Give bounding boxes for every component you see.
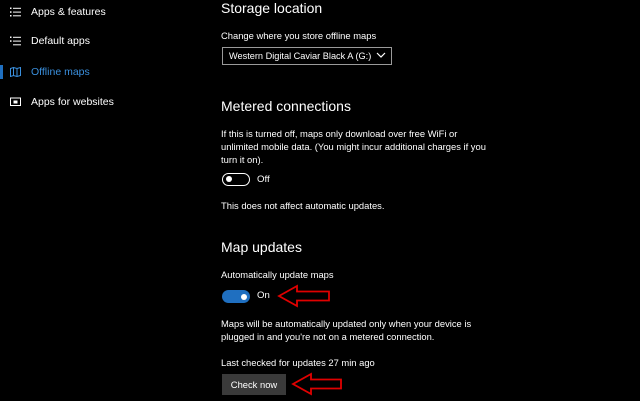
metered-description-line-3: turn it on). [221,154,264,165]
storage-location-description: Change where you store offline maps [221,30,377,41]
storage-location-value: Western Digital Caviar Black A (G:) [229,51,372,61]
metered-note: This does not affect automatic updates. [221,200,385,211]
annotation-arrow-icon [277,284,330,308]
sidebar-item-label: Offline maps [31,66,90,78]
auto-update-label: Automatically update maps [221,269,334,280]
offline-maps-icon [9,66,21,78]
toggle-knob [241,293,247,300]
map-updates-heading: Map updates [221,239,302,255]
metered-toggle-state-label: Off [257,174,270,185]
sidebar-item-apps-features[interactable]: Apps & features [0,0,205,27]
sidebar-item-label: Default apps [31,35,90,47]
storage-location-heading: Storage location [221,0,323,16]
auto-update-toggle-state-label: On [257,290,270,301]
map-updates-description-line-1: Maps will be automatically updated only … [221,318,472,329]
sidebar-item-offline-maps[interactable]: Offline maps [0,57,205,87]
storage-location-dropdown[interactable]: Western Digital Caviar Black A (G:) [222,47,392,65]
sidebar-item-default-apps[interactable]: Default apps [0,26,205,56]
last-checked-status: Last checked for updates 27 min ago [221,357,375,368]
chevron-down-icon [376,52,386,58]
apps-for-websites-icon [9,96,21,108]
map-updates-description-line-2: plugged in and you're not on a metered c… [221,331,435,342]
metered-description-line-1: If this is turned off, maps only downloa… [221,128,458,139]
settings-sidebar: Apps & features Default apps Offline map… [0,0,205,401]
auto-update-toggle[interactable] [222,290,250,303]
sidebar-item-label: Apps & features [31,6,106,18]
metered-connections-heading: Metered connections [221,98,351,114]
offline-maps-content: Storage location Change where you store … [221,0,631,401]
sidebar-item-label: Apps for websites [31,96,114,108]
metered-description-line-2: unlimited mobile data. (You might incur … [221,141,486,152]
check-now-button[interactable]: Check now [222,374,286,395]
sidebar-item-apps-for-websites[interactable]: Apps for websites [0,87,205,117]
metered-connections-toggle[interactable] [222,173,250,186]
annotation-arrow-icon [291,372,342,396]
toggle-knob [225,176,232,183]
default-apps-icon [9,35,21,47]
apps-features-icon [9,6,21,18]
